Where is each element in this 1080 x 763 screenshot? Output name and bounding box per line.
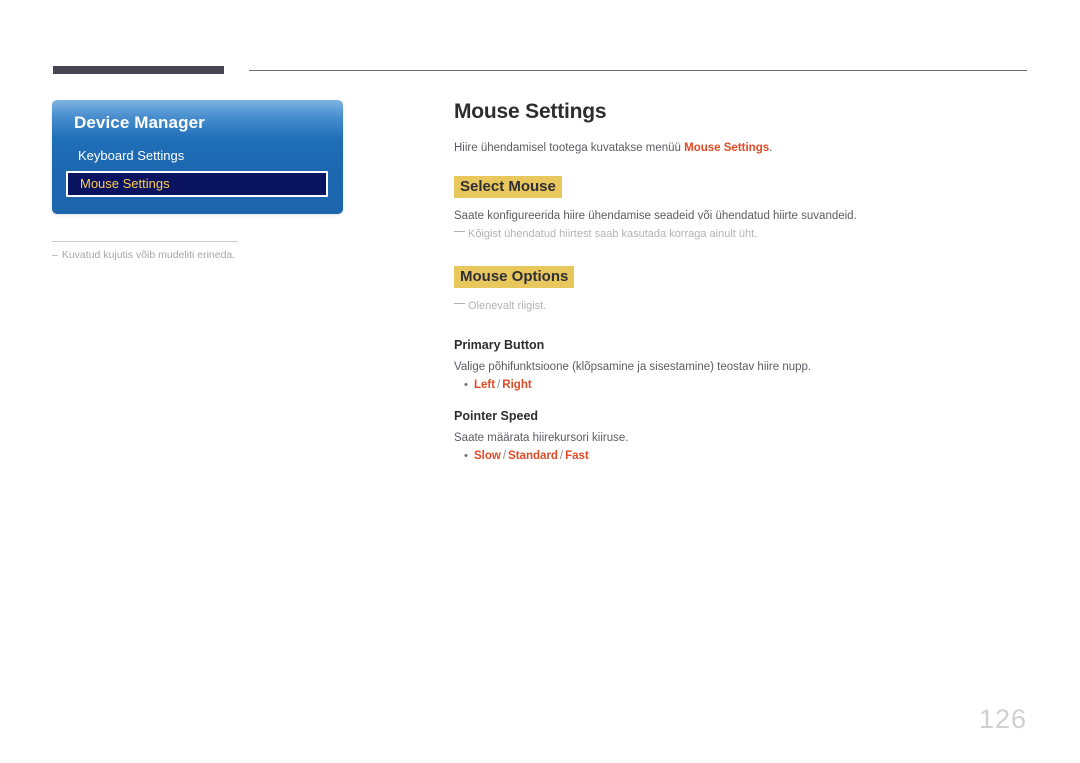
option-list-pointer-speed: • Slow / Standard / Fast (454, 450, 1028, 462)
intro-keyword: Mouse Settings (684, 142, 770, 154)
page-number: 126 (978, 704, 1027, 734)
section-note-mouse-options: Olenevalt riigist. (454, 300, 1028, 312)
option-values: Left / Right (474, 379, 532, 391)
section-note-select-mouse: Kõigist ühendatud hiirtest saab kasutada… (454, 228, 1028, 240)
osd-menu-item-label: Keyboard Settings (78, 148, 185, 163)
option-separator: / (502, 450, 507, 462)
option-list-primary-button: • Left / Right (454, 379, 1028, 391)
section-mouse-options: Mouse Options Olenevalt riigist. (454, 266, 1028, 312)
page-title: Mouse Settings (454, 100, 607, 123)
subsection-heading-pointer-speed: Pointer Speed (454, 409, 539, 423)
osd-menu-item-label: Mouse Settings (80, 176, 170, 191)
osd-menu-item-mouse-settings[interactable]: Mouse Settings (66, 171, 328, 197)
header-accent-bar (53, 66, 224, 74)
section-heading-mouse-options: Mouse Options (454, 266, 575, 288)
panel-note: – Kuvatud kujutis võib mudeliti erineda. (52, 249, 352, 261)
intro-text-after: . (769, 142, 773, 154)
subsection-body-primary-button: Valige põhifunktsioone (klõpsamine ja si… (454, 361, 812, 373)
section-body-select-mouse: Saate konfigureerida hiire ühendamise se… (454, 210, 857, 222)
option-right[interactable]: Right (502, 379, 531, 391)
subsection-heading-primary-button: Primary Button (454, 338, 545, 352)
option-values: Slow / Standard / Fast (474, 450, 589, 462)
bullet-dot-icon: • (464, 450, 468, 462)
option-separator: / (559, 450, 564, 462)
option-separator: / (497, 379, 501, 391)
note-dash-icon (454, 230, 465, 232)
device-manager-osd-panel: Device Manager Keyboard Settings Mouse S… (52, 100, 343, 214)
option-standard[interactable]: Standard (508, 450, 558, 462)
header-divider-line (249, 70, 1027, 71)
subsection-primary-button: Primary Button Valige põhifunktsioone (k… (454, 338, 1028, 391)
subsection-pointer-speed: Pointer Speed Saate määrata hiirekursori… (454, 409, 1028, 462)
page-header-rule (53, 66, 1027, 78)
content-column: Mouse Settings Hiire ühendamisel tootega… (454, 100, 1028, 462)
panel-note-divider (52, 241, 238, 242)
note-text: Olenevalt riigist. (468, 300, 547, 312)
osd-menu-item-keyboard-settings[interactable]: Keyboard Settings (66, 144, 328, 168)
option-slow[interactable]: Slow (474, 450, 501, 462)
note-dash-icon (454, 302, 465, 304)
subsection-body-pointer-speed: Saate määrata hiirekursori kiiruse. (454, 432, 629, 444)
section-heading-select-mouse: Select Mouse (454, 176, 562, 198)
option-fast[interactable]: Fast (565, 450, 589, 462)
intro-text-before: Hiire ühendamisel tootega kuvatakse menü… (454, 142, 685, 154)
section-select-mouse: Select Mouse Saate konfigureerida hiire … (454, 176, 1028, 240)
intro-paragraph: Hiire ühendamisel tootega kuvatakse menü… (454, 142, 1028, 154)
note-text: Kõigist ühendatud hiirtest saab kasutada… (468, 228, 758, 240)
panel-note-dash: – (52, 249, 58, 261)
option-left[interactable]: Left (474, 379, 495, 391)
osd-panel-title: Device Manager (74, 113, 205, 132)
bullet-dot-icon: • (464, 379, 468, 391)
panel-note-text: Kuvatud kujutis võib mudeliti erineda. (61, 249, 236, 261)
